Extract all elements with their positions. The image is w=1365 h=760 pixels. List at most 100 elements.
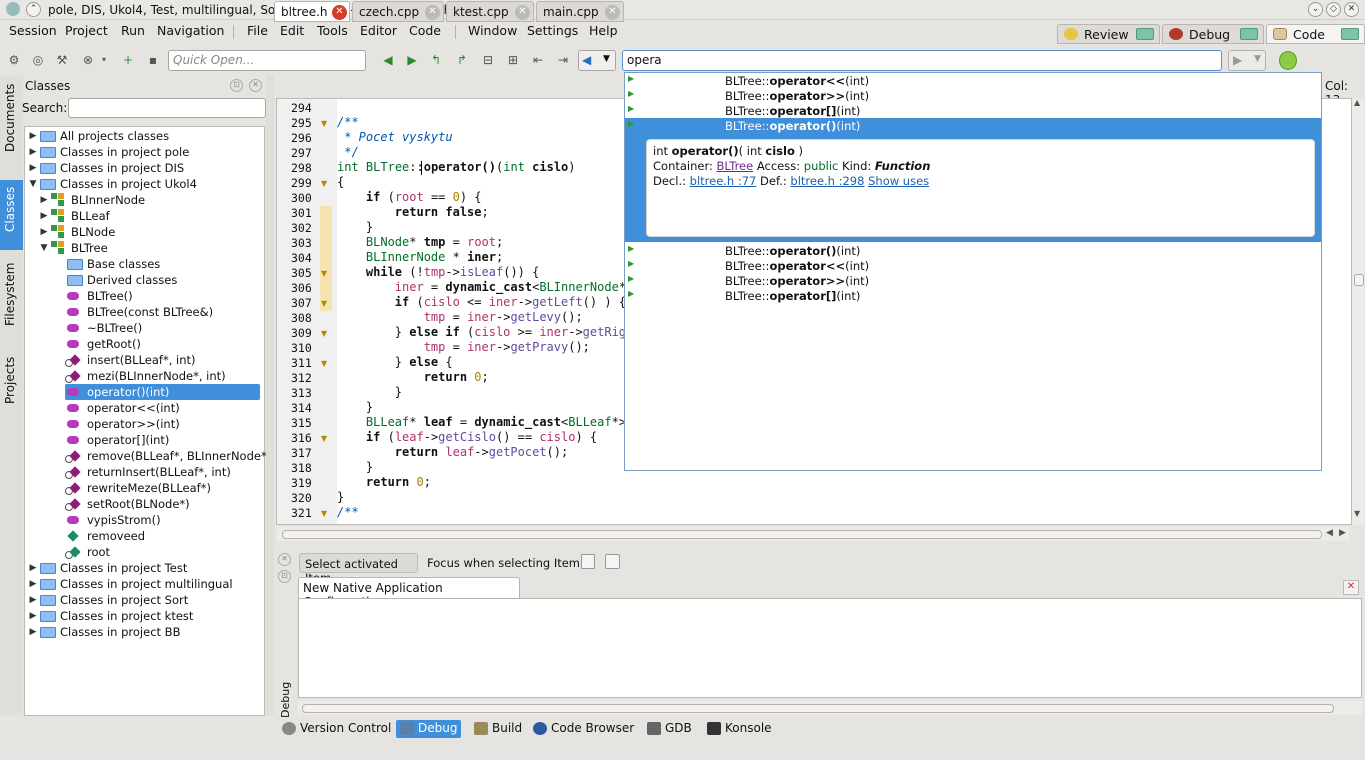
native-app-config-tab[interactable]: New Native Application Configuration xyxy=(298,577,520,609)
doc-tab-czech[interactable]: czech.cpp ✕ xyxy=(352,1,444,22)
fold-marker-icon[interactable]: ▼ xyxy=(321,434,331,443)
collapsed-arrow-icon[interactable]: ▶ xyxy=(39,195,49,205)
expand-arrow-icon[interactable]: ▶ xyxy=(628,104,636,113)
expand-arrow-icon[interactable]: ▶ xyxy=(628,74,636,83)
tool-tab-projects[interactable]: Projects xyxy=(0,354,23,414)
prev-context-icon[interactable]: ↰ xyxy=(428,53,444,67)
show-uses-link[interactable]: Show uses xyxy=(868,174,929,188)
collapsed-arrow-icon[interactable]: ▶ xyxy=(28,563,38,573)
close-tab-icon[interactable]: ✕ xyxy=(605,5,620,20)
run-config-icon[interactable]: ⚙ xyxy=(6,53,22,67)
doc-tab-main[interactable]: main.cpp ✕ xyxy=(536,1,624,22)
popup-item[interactable]: ▶ BLTree::operator[](int) xyxy=(625,289,1321,304)
tree-item[interactable]: setRoot(BLNode*) xyxy=(65,496,260,512)
collapsed-arrow-icon[interactable]: ▶ xyxy=(39,227,49,237)
tree-item[interactable]: vypisStrom() xyxy=(65,512,260,528)
panel-splitter[interactable] xyxy=(266,75,274,715)
tool-button-gdb[interactable]: GDB xyxy=(643,720,696,738)
menu-window[interactable]: Window xyxy=(468,23,517,38)
expand-arrow-icon[interactable]: ▶ xyxy=(628,274,636,283)
save-icon[interactable]: ▪ xyxy=(145,53,161,67)
popup-item[interactable]: ▶ BLTree::operator>>(int) xyxy=(625,89,1321,104)
def-link[interactable]: bltree.h :298 xyxy=(790,174,864,188)
menu-run[interactable]: Run xyxy=(121,23,145,38)
horizontal-scroll-thumb[interactable] xyxy=(302,704,1334,713)
expand-arrow-icon[interactable]: ▶ xyxy=(628,244,636,253)
panel-float-icon[interactable]: ⊡ xyxy=(230,79,243,92)
back-icon[interactable]: ◀ xyxy=(380,53,396,67)
panel-close-icon[interactable]: ✕ xyxy=(278,553,291,566)
tool-tab-documents[interactable]: Documents xyxy=(0,84,23,156)
scroll-left-icon[interactable]: ◀ xyxy=(1326,528,1333,538)
fold-marker-icon[interactable]: ▼ xyxy=(321,359,331,368)
collapsed-arrow-icon[interactable]: ▶ xyxy=(28,163,38,173)
menu-settings[interactable]: Settings xyxy=(527,23,578,38)
tool-button-build[interactable]: Build xyxy=(470,720,526,738)
tree-item[interactable]: BLTree xyxy=(49,240,260,256)
panel-float-icon[interactable]: ⊡ xyxy=(278,570,291,583)
doc-tab-ktest[interactable]: ktest.cpp ✕ xyxy=(446,1,534,22)
expanded-arrow-icon[interactable]: ▼ xyxy=(39,243,49,253)
close-tab-icon[interactable]: ✕ xyxy=(332,5,347,20)
fold-marker-icon[interactable]: ▼ xyxy=(321,509,331,518)
fold-marker-icon[interactable]: ▼ xyxy=(321,299,331,308)
doc-tab-bltree[interactable]: bltree.h ✕ xyxy=(274,1,350,22)
forward-icon[interactable]: ▶ xyxy=(404,53,420,67)
maximize-button[interactable]: ◇ xyxy=(1326,2,1341,17)
stop-dropdown-icon[interactable]: ▾ xyxy=(96,53,112,67)
panel-close-icon[interactable]: ✕ xyxy=(249,79,262,92)
fold-marker-icon[interactable]: ▼ xyxy=(321,269,331,278)
tool-button-code-browser[interactable]: Code Browser xyxy=(529,720,638,738)
editor-vertical-scrollbar[interactable]: ▲ ▼ xyxy=(1352,98,1364,525)
menu-navigation[interactable]: Navigation xyxy=(157,23,224,38)
container-link[interactable]: BLTree xyxy=(717,159,754,173)
next-context-icon[interactable]: ↱ xyxy=(454,53,470,67)
collapsed-arrow-icon[interactable]: ▶ xyxy=(28,131,38,141)
popup-item[interactable]: ▶ BLTree::operator()(int) xyxy=(625,119,1321,134)
lightbulb-icon[interactable] xyxy=(1279,51,1297,70)
collapsed-arrow-icon[interactable]: ▶ xyxy=(28,611,38,621)
tree-item[interactable]: operator()(int) xyxy=(65,384,260,400)
area-tab-debug[interactable]: Debug xyxy=(1162,24,1264,44)
tree-item[interactable]: rewriteMeze(BLLeaf*) xyxy=(65,480,260,496)
debug-launch-icon[interactable]: ⚒ xyxy=(54,53,70,67)
tree-item[interactable]: Base classes xyxy=(65,256,260,272)
collapsed-arrow-icon[interactable]: ▶ xyxy=(28,147,38,157)
next-use-icon[interactable]: ⊞ xyxy=(505,53,521,67)
collapsed-arrow-icon[interactable]: ▶ xyxy=(28,627,38,637)
navigation-forward-button[interactable]: ▶ ▼ xyxy=(1228,50,1266,71)
decl-link[interactable]: bltree.h :77 xyxy=(690,174,757,188)
tree-item[interactable]: BLTree() xyxy=(65,288,260,304)
tree-item[interactable]: Classes in project Ukol4 xyxy=(38,176,260,192)
fold-marker-icon[interactable]: ▼ xyxy=(321,119,331,128)
tool-button-version-control[interactable]: Version Control xyxy=(278,720,395,738)
execute-icon[interactable]: ◎ xyxy=(30,53,46,67)
new-file-icon[interactable]: + xyxy=(120,53,136,67)
popup-item[interactable]: ▶ BLTree::operator>>(int) xyxy=(625,274,1321,289)
select-activated-item-button[interactable]: Select activated Item xyxy=(299,553,418,585)
menu-tools[interactable]: Tools xyxy=(317,23,348,38)
expanded-arrow-icon[interactable]: ▼ xyxy=(28,179,38,189)
stop-icon[interactable]: ⊗ xyxy=(80,53,96,67)
tree-item[interactable]: BLTree(const BLTree&) xyxy=(65,304,260,320)
menu-session[interactable]: Session xyxy=(9,23,57,38)
quick-open-input[interactable]: Quick Open... xyxy=(168,50,366,71)
scroll-down-icon[interactable]: ▼ xyxy=(1354,509,1360,518)
menu-edit[interactable]: Edit xyxy=(280,23,304,38)
prev-use-icon[interactable]: ⊟ xyxy=(480,53,496,67)
window-menu-button[interactable]: ⌃ xyxy=(26,2,41,17)
tree-item[interactable]: insert(BLLeaf*, int) xyxy=(65,352,260,368)
tree-item[interactable]: Classes in project DIS xyxy=(38,160,260,176)
tree-item[interactable]: Derived classes xyxy=(65,272,260,288)
tree-item[interactable]: getRoot() xyxy=(65,336,260,352)
copy-icon[interactable] xyxy=(605,554,620,569)
tree-item[interactable]: BLLeaf xyxy=(49,208,260,224)
popup-item[interactable]: ▶ BLTree::operator[](int) xyxy=(625,104,1321,119)
popup-item[interactable]: ▶ BLTree::operator<<(int) xyxy=(625,259,1321,274)
tree-item[interactable]: Classes in project pole xyxy=(38,144,260,160)
focus-when-selecting-toggle[interactable]: Focus when selecting Item xyxy=(427,556,580,570)
menu-editor[interactable]: Editor xyxy=(360,23,397,38)
tree-item[interactable]: Classes in project multilingual xyxy=(38,576,260,592)
menu-file[interactable]: File xyxy=(247,23,268,38)
tree-item[interactable]: mezi(BLInnerNode*, int) xyxy=(65,368,260,384)
